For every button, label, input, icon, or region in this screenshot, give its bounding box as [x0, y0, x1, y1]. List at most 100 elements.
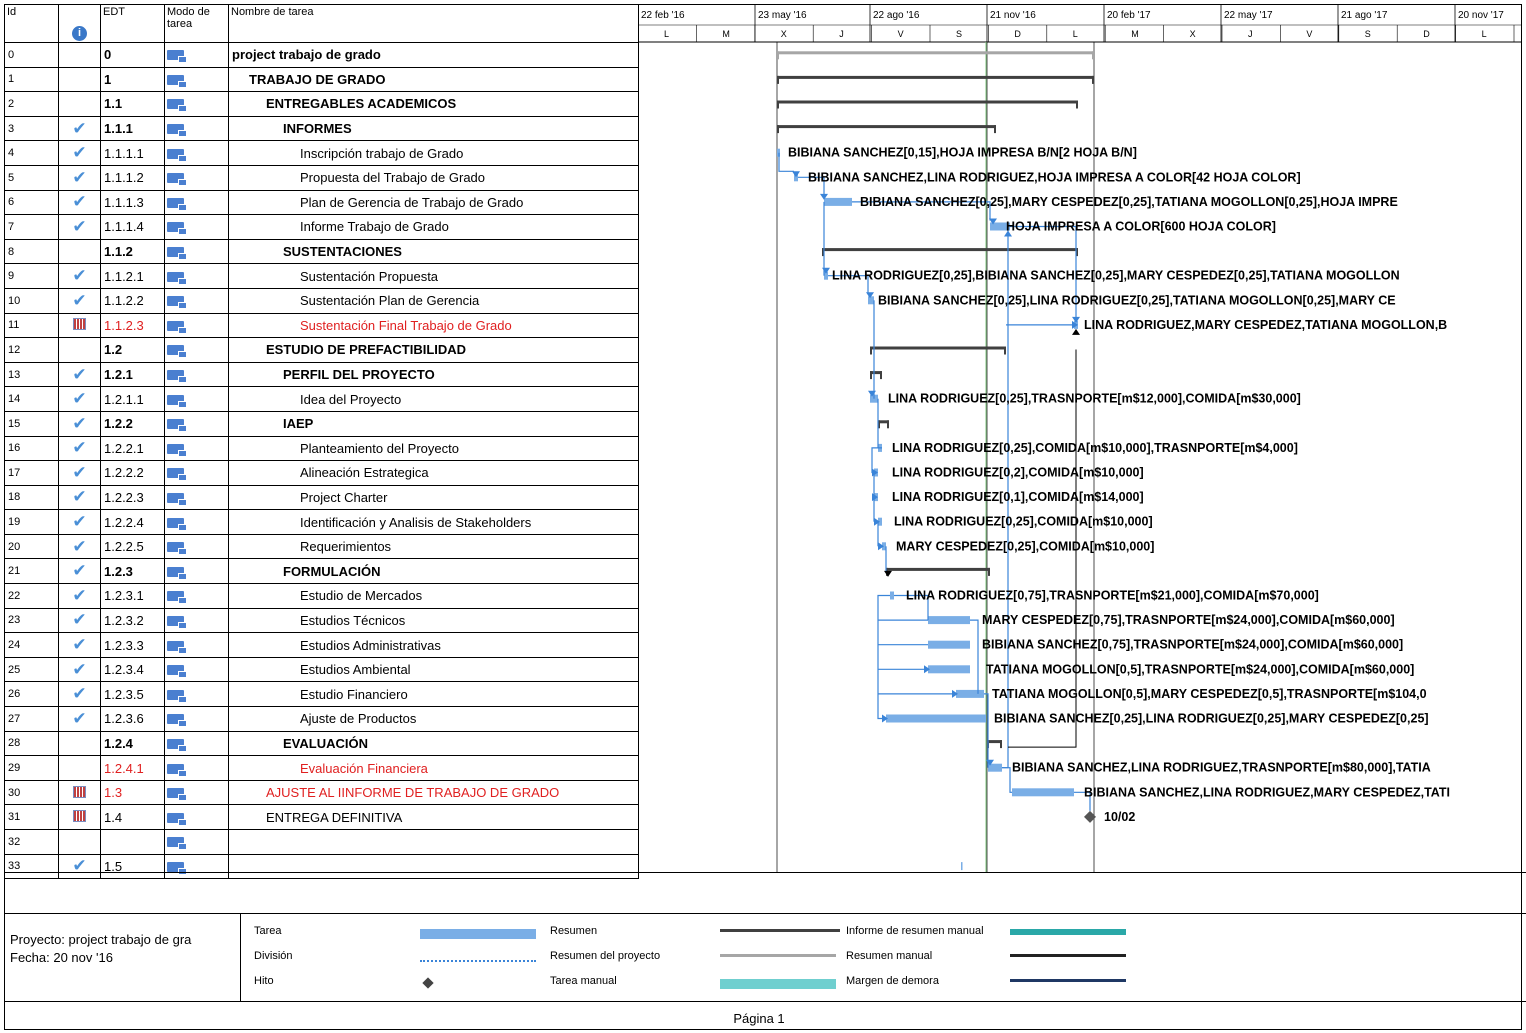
task-row[interactable]: 19 ✔ 1.2.2.4 Identificación y Analisis de S… [4, 509, 639, 535]
task-id-cell[interactable]: 23 [4, 607, 59, 634]
task-name-cell[interactable]: Estudio Financiero [228, 681, 639, 708]
task-name-cell[interactable]: Estudios Ambiental [228, 656, 639, 683]
task-name-cell[interactable] [228, 829, 639, 855]
task-id-cell[interactable]: 32 [4, 829, 59, 855]
wbs-cell[interactable]: 1.2.2.2 [100, 460, 165, 486]
task-name-cell[interactable]: FORMULACIÓN [228, 558, 639, 585]
task-row[interactable]: 4 ✔ 1.1.1.1 Inscripción trabajo de Grado [4, 140, 639, 166]
wbs-cell[interactable]: 1.2.1 [100, 361, 165, 388]
column-header-id[interactable]: Id [4, 4, 59, 43]
task-id-cell[interactable]: 7 [4, 214, 59, 240]
wbs-cell[interactable]: 1.1.1.2 [100, 164, 165, 191]
task-name-cell[interactable]: Identificación y Analisis de Stakeholder… [228, 509, 639, 535]
task-id-cell[interactable]: 15 [4, 410, 59, 437]
task-id-cell[interactable]: 28 [4, 730, 59, 757]
task-name-cell[interactable]: Sustentación Propuesta [228, 263, 639, 289]
task-row[interactable]: 9 ✔ 1.1.2.1 Sustentación Propuesta [4, 263, 639, 289]
wbs-cell[interactable]: 1.2.2.5 [100, 533, 165, 560]
task-row[interactable]: 12 1.2 ESTUDIO DE PREFACTIBILIDAD [4, 337, 639, 363]
task-id-cell[interactable]: 9 [4, 263, 59, 289]
task-row[interactable]: 3 ✔ 1.1.1 INFORMES [4, 115, 639, 142]
task-name-cell[interactable]: SUSTENTACIONES [228, 238, 639, 265]
task-row[interactable]: 1 1 TRABAJO DE GRADO [4, 66, 639, 93]
task-row[interactable]: 2 1.1 ENTREGABLES ACADEMICOS [4, 91, 639, 117]
task-id-cell[interactable]: 14 [4, 386, 59, 412]
task-row[interactable]: 27 ✔ 1.2.3.6 Ajuste de Productos [4, 706, 639, 732]
wbs-cell[interactable]: 1.1.1.3 [100, 189, 165, 216]
task-row[interactable]: 22 ✔ 1.2.3.1 Estudio de Mercados [4, 583, 639, 609]
task-row[interactable]: 6 ✔ 1.1.1.3 Plan de Gerencia de Trabajo de … [4, 189, 639, 216]
task-id-cell[interactable]: 20 [4, 533, 59, 560]
wbs-cell[interactable]: 1.2.4 [100, 730, 165, 757]
task-name-cell[interactable]: Planteamiento del Proyecto [228, 435, 639, 462]
task-row[interactable]: 8 1.1.2 SUSTENTACIONES [4, 238, 639, 265]
task-name-cell[interactable]: TRABAJO DE GRADO [228, 66, 639, 93]
wbs-cell[interactable]: 1.2.3.2 [100, 607, 165, 634]
task-row[interactable]: 5 ✔ 1.1.1.2 Propuesta del Trabajo de Grado [4, 164, 639, 191]
task-row[interactable]: 7 ✔ 1.1.1.4 Informe Trabajo de Grado [4, 214, 639, 240]
wbs-cell[interactable]: 1.2.3.3 [100, 632, 165, 658]
task-row[interactable]: 11 1.1.2.3 Sustentación Final Trabajo de G… [4, 312, 639, 339]
task-name-cell[interactable]: Ajuste de Productos [228, 706, 639, 732]
task-id-cell[interactable]: 8 [4, 238, 59, 265]
task-name-cell[interactable]: Plan de Gerencia de Trabajo de Grado [228, 189, 639, 216]
wbs-cell[interactable]: 1.4 [100, 804, 165, 830]
task-name-cell[interactable]: IAEP [228, 410, 639, 437]
wbs-cell[interactable]: 1.5 [100, 853, 165, 880]
column-header-mode[interactable]: Modo de tarea [164, 4, 229, 43]
task-name-cell[interactable]: INFORMES [228, 115, 639, 142]
wbs-cell[interactable]: 1.1.1.1 [100, 140, 165, 166]
column-header-name[interactable]: Nombre de tarea [228, 4, 639, 43]
task-name-cell[interactable]: ENTREGABLES ACADEMICOS [228, 91, 639, 117]
task-name-cell[interactable]: Estudios Administrativas [228, 632, 639, 658]
task-id-cell[interactable]: 33 [4, 853, 59, 880]
task-name-cell[interactable]: Propuesta del Trabajo de Grado [228, 164, 639, 191]
wbs-cell[interactable]: 1.2.3.5 [100, 681, 165, 708]
task-name-cell[interactable]: AJUSTE AL IINFORME DE TRABAJO DE GRADO [228, 779, 639, 806]
wbs-cell[interactable]: 1.3 [100, 779, 165, 806]
task-id-cell[interactable]: 29 [4, 755, 59, 781]
task-row[interactable]: 33 ✔ 1.5 [4, 853, 639, 880]
column-header-wbs[interactable]: EDT [100, 4, 165, 43]
task-id-cell[interactable]: 22 [4, 583, 59, 609]
task-name-cell[interactable]: ESTUDIO DE PREFACTIBILIDAD [228, 337, 639, 363]
task-row[interactable]: 10 ✔ 1.1.2.2 Sustentación Plan de Gerencia [4, 287, 639, 314]
wbs-cell[interactable]: 1.2.2 [100, 410, 165, 437]
wbs-cell[interactable] [100, 829, 165, 855]
task-row[interactable]: 16 ✔ 1.2.2.1 Planteamiento del Proyecto [4, 435, 639, 462]
task-name-cell[interactable]: Informe Trabajo de Grado [228, 214, 639, 240]
task-name-cell[interactable]: Project Charter [228, 484, 639, 511]
task-name-cell[interactable] [228, 853, 639, 880]
task-row[interactable]: 32 [4, 829, 639, 855]
task-row[interactable]: 20 ✔ 1.2.2.5 Requerimientos [4, 533, 639, 560]
task-id-cell[interactable]: 18 [4, 484, 59, 511]
task-row[interactable]: 31 1.4 ENTREGA DEFINITIVA [4, 804, 639, 830]
task-id-cell[interactable]: 26 [4, 681, 59, 708]
task-name-cell[interactable]: Idea del Proyecto [228, 386, 639, 412]
task-id-cell[interactable]: 12 [4, 337, 59, 363]
wbs-cell[interactable]: 1.2.2.4 [100, 509, 165, 535]
task-row[interactable]: 18 ✔ 1.2.2.3 Project Charter [4, 484, 639, 511]
task-id-cell[interactable]: 5 [4, 164, 59, 191]
task-id-cell[interactable]: 4 [4, 140, 59, 166]
task-id-cell[interactable]: 25 [4, 656, 59, 683]
task-id-cell[interactable]: 3 [4, 115, 59, 142]
task-row[interactable]: 24 ✔ 1.2.3.3 Estudios Administrativas [4, 632, 639, 658]
task-id-cell[interactable]: 31 [4, 804, 59, 830]
task-id-cell[interactable]: 16 [4, 435, 59, 462]
wbs-cell[interactable]: 1 [100, 66, 165, 93]
task-name-cell[interactable]: EVALUACIÓN [228, 730, 639, 757]
task-id-cell[interactable]: 19 [4, 509, 59, 535]
task-name-cell[interactable]: Estudio de Mercados [228, 583, 639, 609]
wbs-cell[interactable]: 1.1.2 [100, 238, 165, 265]
wbs-cell[interactable]: 1.1.2.2 [100, 287, 165, 314]
wbs-cell[interactable]: 1.1.1 [100, 115, 165, 142]
wbs-cell[interactable]: 1.2.4.1 [100, 755, 165, 781]
wbs-cell[interactable]: 1.1.1.4 [100, 214, 165, 240]
task-name-cell[interactable]: Alineación Estrategica [228, 460, 639, 486]
task-id-cell[interactable]: 30 [4, 779, 59, 806]
task-id-cell[interactable]: 11 [4, 312, 59, 339]
task-row[interactable]: 14 ✔ 1.2.1.1 Idea del Proyecto [4, 386, 639, 412]
task-row[interactable]: 23 ✔ 1.2.3.2 Estudios Técnicos [4, 607, 639, 634]
column-header-indicators[interactable]: i [58, 4, 101, 43]
